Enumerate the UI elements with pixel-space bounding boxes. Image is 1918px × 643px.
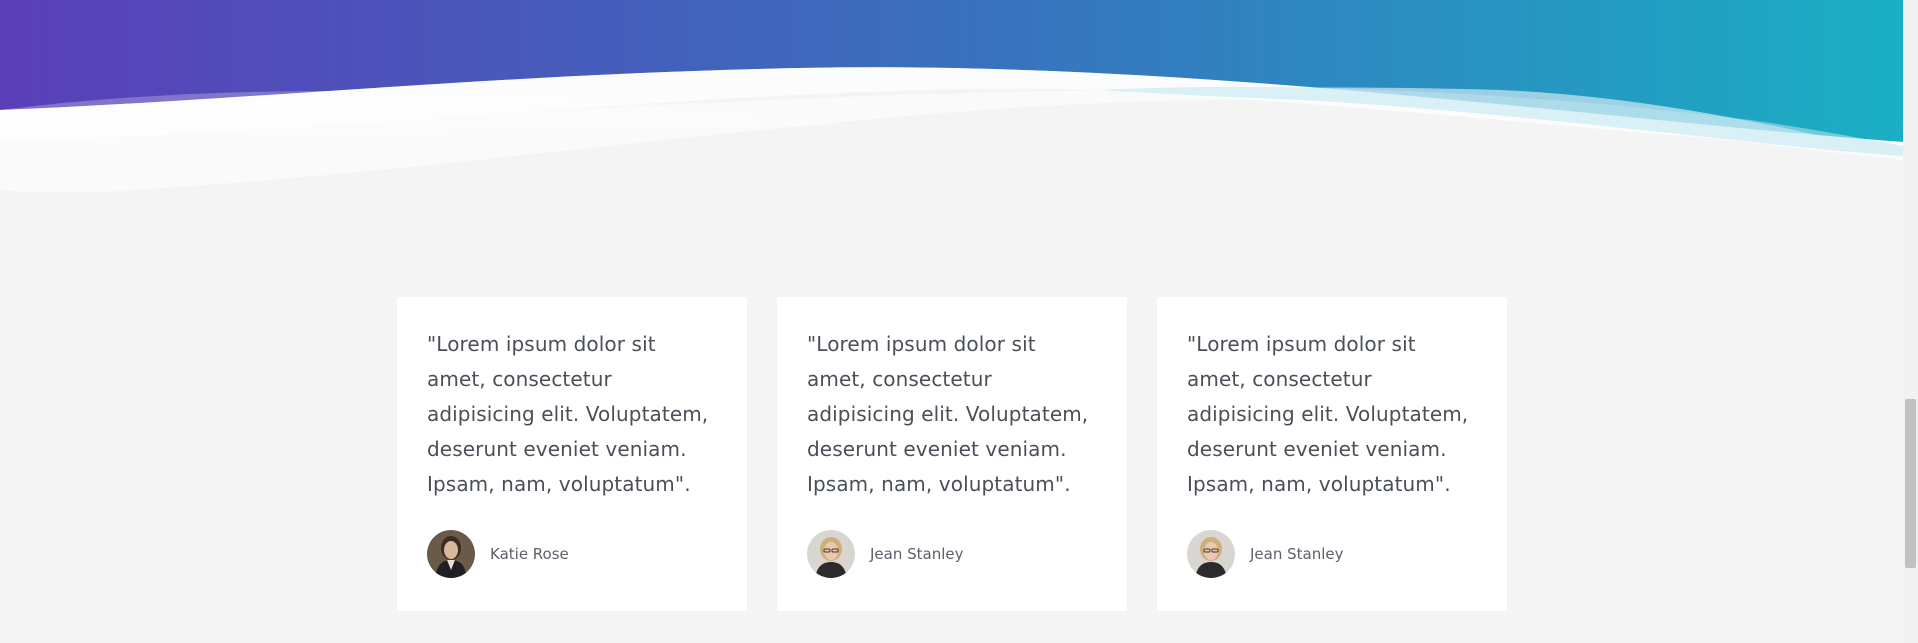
vertical-scrollbar[interactable] <box>1903 0 1918 643</box>
testimonials-row: "Lorem ipsum dolor sit amet, consectetur… <box>397 297 1507 611</box>
avatar-photo-icon <box>1187 530 1235 578</box>
testimonial-author: Jean Stanley <box>1187 530 1477 578</box>
testimonial-quote: "Lorem ipsum dolor sit amet, consectetur… <box>427 332 709 496</box>
testimonial-quote: "Lorem ipsum dolor sit amet, consectetur… <box>807 332 1089 496</box>
testimonial-card: "Lorem ipsum dolor sit amet, consectetur… <box>777 297 1127 611</box>
avatar-photo-icon <box>427 530 475 578</box>
avatar-photo-icon <box>807 530 855 578</box>
page: "Lorem ipsum dolor sit amet, consectetur… <box>0 0 1918 643</box>
testimonial-quote: "Lorem ipsum dolor sit amet, consectetur… <box>1187 332 1469 496</box>
author-name: Jean Stanley <box>870 545 964 563</box>
testimonial-author: Katie Rose <box>427 530 717 578</box>
testimonial-card: "Lorem ipsum dolor sit amet, consectetur… <box>1157 297 1507 611</box>
testimonial-card: "Lorem ipsum dolor sit amet, consectetur… <box>397 297 747 611</box>
testimonial-author: Jean Stanley <box>807 530 1097 578</box>
author-name: Jean Stanley <box>1250 545 1344 563</box>
avatar <box>1187 530 1235 578</box>
avatar <box>427 530 475 578</box>
author-name: Katie Rose <box>490 545 569 563</box>
avatar <box>807 530 855 578</box>
scrollbar-thumb[interactable] <box>1905 399 1916 568</box>
hero-wave-background <box>0 0 1903 193</box>
